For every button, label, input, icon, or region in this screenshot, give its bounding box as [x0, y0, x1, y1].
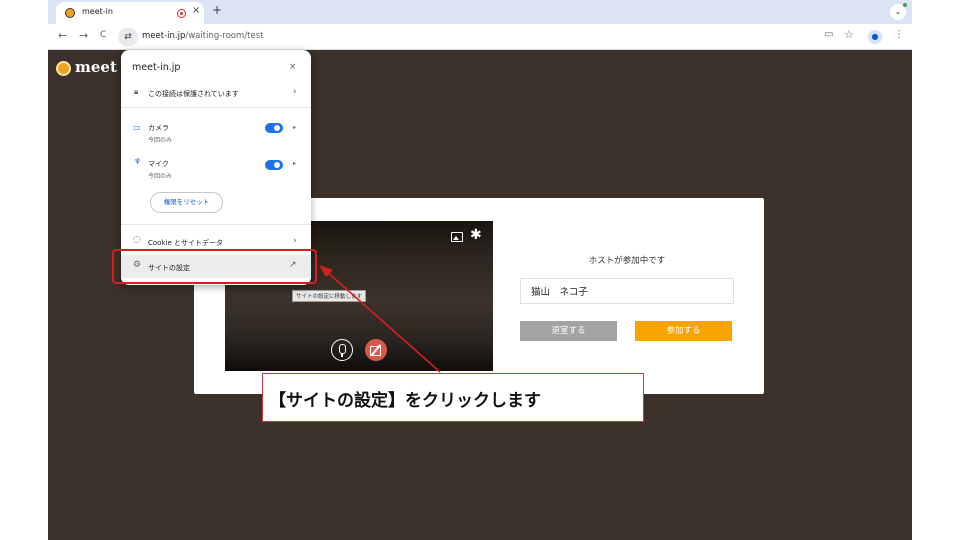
- url-host: meet-in.jp: [142, 31, 186, 41]
- camera-label: カメラ: [148, 124, 169, 132]
- camera-in-use-icon[interactable]: ▭: [824, 29, 833, 40]
- site-settings-highlight: [112, 249, 317, 284]
- mic-icon: ♆: [134, 157, 142, 166]
- update-dot-icon: [903, 3, 907, 7]
- tab-strip: meet-in × + ⌄: [48, 0, 912, 24]
- url-text[interactable]: meet-in.jp/waiting-room/test: [142, 31, 263, 41]
- host-status-text: ホストが参加中です: [588, 256, 666, 266]
- site-settings-tooltip: サイトの設定に移動します: [292, 290, 367, 302]
- address-bar[interactable]: ⇄ meet-in.jp/waiting-room/test: [118, 27, 838, 47]
- bookmark-star-icon[interactable]: ☆: [844, 28, 854, 41]
- connection-secure-text: この接続は保護されています: [148, 90, 239, 98]
- profile-avatar-icon[interactable]: ●: [868, 30, 882, 44]
- tab-close-icon[interactable]: ×: [192, 5, 200, 16]
- camera-expand-icon[interactable]: ▸: [293, 124, 296, 131]
- join-button[interactable]: 参加する: [635, 321, 732, 341]
- chevron-right-icon: ›: [293, 87, 297, 97]
- meet-in-favicon-icon: [65, 8, 75, 18]
- reset-permissions-button[interactable]: 権限をリセット: [150, 192, 223, 213]
- screen: meet-in × + ⌄ ← → C ⇄ meet-in.jp/waiting…: [48, 0, 912, 540]
- reload-button[interactable]: C: [100, 30, 106, 40]
- chevron-right-icon: ›: [293, 236, 297, 246]
- popup-site-title: meet-in.jp: [132, 62, 181, 73]
- browser-tab[interactable]: meet-in ×: [56, 2, 204, 24]
- tab-title: meet-in: [82, 7, 113, 16]
- logo-text: meet i: [75, 58, 128, 76]
- display-name-input[interactable]: [520, 278, 734, 304]
- mic-toggle[interactable]: [265, 160, 283, 170]
- mic-sub: 今回のみ: [148, 173, 173, 180]
- camera-toggle[interactable]: [265, 123, 283, 133]
- recording-indicator-icon: [177, 9, 186, 18]
- browser-menu-icon[interactable]: ⋮: [894, 29, 904, 40]
- url-path: /waiting-room/test: [185, 31, 264, 41]
- logo-mark-icon: [56, 61, 71, 76]
- popup-close-icon[interactable]: ×: [289, 62, 297, 72]
- lock-icon: 🔒︎: [134, 87, 139, 96]
- forward-button[interactable]: →: [79, 29, 88, 42]
- mic-toggle-button[interactable]: [331, 339, 353, 361]
- instruction-text: 【サイトの設定】をクリックします: [269, 391, 541, 411]
- camera-icon: ▭: [133, 123, 141, 132]
- browser-toolbar: ← → C ⇄ meet-in.jp/waiting-room/test ▭ ☆…: [48, 24, 912, 50]
- cookie-icon: ◌: [133, 235, 141, 245]
- mic-expand-icon[interactable]: ▸: [293, 160, 296, 167]
- video-settings-gear-icon[interactable]: ✱: [470, 227, 482, 243]
- instruction-callout: 【サイトの設定】をクリックします: [262, 373, 644, 422]
- camera-sub: 今回のみ: [148, 137, 173, 144]
- background-image-icon[interactable]: [451, 232, 463, 242]
- back-button[interactable]: ←: [58, 29, 67, 42]
- camera-off-button[interactable]: [365, 339, 387, 361]
- cookies-text: Cookie とサイトデータ: [148, 239, 223, 247]
- divider: [121, 224, 311, 225]
- divider: [121, 107, 311, 108]
- site-info-button[interactable]: ⇄: [118, 28, 138, 46]
- new-tab-button[interactable]: +: [212, 3, 222, 17]
- mic-label: マイク: [148, 160, 169, 168]
- leave-button[interactable]: 退室する: [520, 321, 617, 341]
